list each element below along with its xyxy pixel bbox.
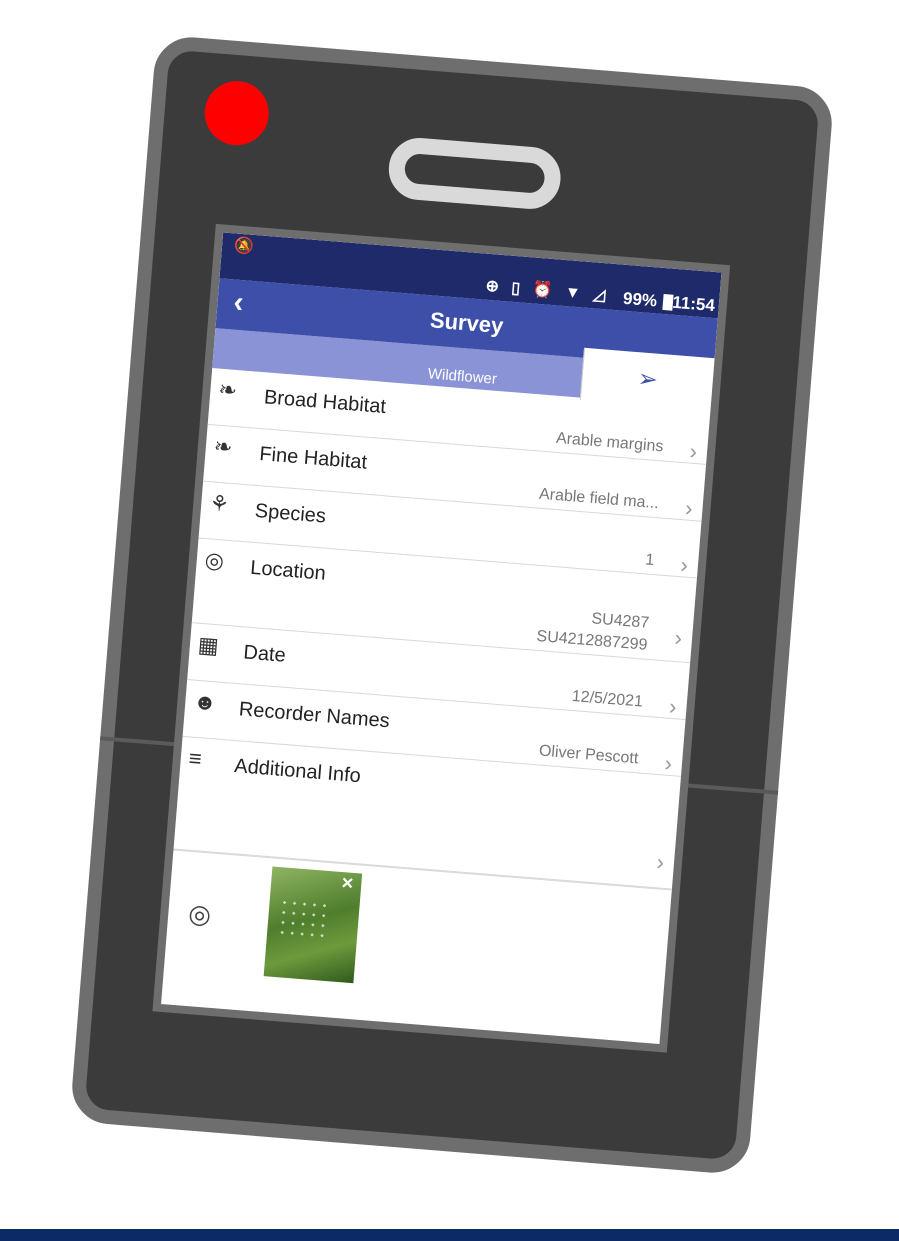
photo-thumbnail[interactable]: × [263,866,363,984]
row-label: Additional Info [233,755,362,788]
chevron-right-icon: › [663,750,673,777]
flower-texture [276,897,330,942]
chevron-right-icon: › [688,438,699,465]
row-label: Location [249,556,327,585]
chevron-right-icon: › [684,495,694,521]
device-handle-slot [386,135,563,212]
row-label: Date [242,641,287,667]
row-label: Species [254,499,327,528]
chevron-right-icon: › [655,849,666,875]
survey-app: 🔕 ⊕ ▯ ⏰ ▼ ◿ 99% 11:54 ‹ Survey ➢ Wildflo… [161,232,722,1045]
row-value: Oliver Pescott [538,742,639,768]
habitat-icon: ❧ [217,376,238,404]
status-time: 11:54 [671,292,716,316]
habitat-icon: ❧ [212,433,234,460]
bottom-band [0,1229,899,1241]
grid-ref-full: SU4212887299 [535,627,649,654]
text-lines-icon: ≡ [187,745,203,772]
battery-level: 99% [622,288,658,311]
row-label: Broad Habitat [263,386,387,419]
sprout-icon: ⚘ [208,490,231,517]
paper-plane-icon: ➢ [636,364,659,394]
row-value: 1 [644,551,655,570]
chevron-right-icon: › [679,552,689,578]
phone-device: 🔕 ⊕ ▯ ⏰ ▼ ◿ 99% 11:54 ‹ Survey ➢ Wildflo… [69,34,835,1176]
add-person-icon: ☻ [192,688,218,716]
location-pin-icon: ◎ [203,547,225,574]
chevron-right-icon: › [673,625,684,651]
calendar-icon: ▦ [197,631,220,659]
row-label: Fine Habitat [258,443,368,474]
row-value: 12/5/2021 [571,687,644,711]
row-value: Arable margins [555,429,665,456]
chevron-right-icon: › [668,693,678,720]
camera-icon[interactable]: ◎ [187,898,212,931]
notifications-off-icon: 🔕 [233,237,255,256]
phone-screen: 🔕 ⊕ ▯ ⏰ ▼ ◿ 99% 11:54 ‹ Survey ➢ Wildflo… [152,223,731,1053]
grid-ref-short: SU4287 [590,610,650,632]
send-button[interactable]: ➢ [579,347,715,411]
record-indicator [202,78,272,148]
close-icon[interactable]: × [341,872,354,896]
row-value: SU4287 SU4212887299 [536,604,650,657]
row-label: Recorder Names [238,698,391,733]
